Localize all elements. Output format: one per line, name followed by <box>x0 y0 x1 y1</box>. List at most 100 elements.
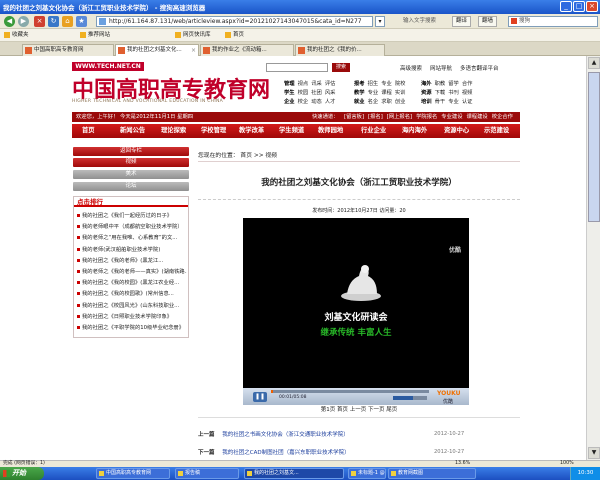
quick-link[interactable]: 课程建设 <box>467 114 488 120</box>
category-link[interactable]: 评估 <box>325 81 336 87</box>
next-article[interactable]: 下一篇 我的社团之CAD制图社团（嘉兴东职职业技术学院） <box>198 448 350 456</box>
category-link[interactable]: 职教 <box>435 81 446 87</box>
tab-1[interactable]: 中国高职高专教育网 <box>22 44 114 56</box>
ranking-item[interactable]: 我的社团之《我的老师》(黑龙江... <box>77 256 187 264</box>
quick-link[interactable]: 学院报名 <box>416 114 437 120</box>
nav-item[interactable]: 示范建设 <box>484 124 509 138</box>
seek-bar[interactable] <box>271 390 429 393</box>
category-link[interactable]: 创业 <box>395 99 406 105</box>
category-link[interactable]: 专业 <box>381 81 392 87</box>
favorites-menu[interactable]: 收藏夹 <box>4 31 29 40</box>
category-link[interactable]: 讯采 <box>311 81 322 87</box>
site-search-input[interactable] <box>266 63 328 72</box>
ranking-item[interactable]: 我的社团之《我们一起经历过的日子》 <box>77 211 187 219</box>
category-head[interactable]: 报考 <box>354 81 365 87</box>
category-link[interactable]: 视点 <box>298 81 309 87</box>
category-link[interactable]: 实训 <box>395 90 406 96</box>
category-link[interactable]: 认证 <box>462 99 473 105</box>
nav-item[interactable]: 教师园地 <box>318 124 343 138</box>
quick-link[interactable]: [网上报名] <box>387 114 412 120</box>
ranking-item[interactable]: 我的社团之《日照职业技术学院印象》 <box>77 312 187 320</box>
proxy-button[interactable]: 翻墙 <box>478 16 498 27</box>
refresh-icon[interactable]: ↻ <box>48 16 59 27</box>
back-arrow-icon[interactable]: ◀ <box>4 16 15 27</box>
url-dropdown-icon[interactable]: ▾ <box>375 16 385 27</box>
category-head[interactable]: 学生 <box>284 90 295 96</box>
nav-item[interactable]: 教学改革 <box>239 124 264 138</box>
nav-item[interactable]: 新闻公告 <box>120 124 145 138</box>
nav-item[interactable]: 行业企业 <box>361 124 386 138</box>
quick-link[interactable]: [留言板] <box>344 114 364 120</box>
url-input[interactable]: http://61.164.87.131/web/articleview.asp… <box>96 16 373 27</box>
prev-link[interactable]: 我的社团之书画文化协会（浙江交通职业技术学院） <box>222 432 349 438</box>
favorite-recommended[interactable]: 推荐网站 <box>80 31 110 40</box>
category-head[interactable]: 资源 <box>421 90 432 96</box>
category-link[interactable]: 院校 <box>395 81 406 87</box>
category-link[interactable]: 动态 <box>311 99 322 105</box>
nav-item[interactable]: 学校管理 <box>201 124 226 138</box>
site-search-button[interactable]: 搜索 <box>332 63 350 72</box>
search-input[interactable]: 搜狗 <box>508 16 598 27</box>
category-link[interactable]: 留学 <box>448 81 459 87</box>
taskbar-item[interactable]: 我的社团之刘基文... <box>244 468 344 479</box>
favorite-home[interactable]: 首页 <box>225 31 244 40</box>
video-button[interactable]: 视频 <box>73 158 189 167</box>
category-link[interactable]: 人才 <box>325 99 336 105</box>
stop-icon[interactable]: × <box>34 16 45 27</box>
nav-item[interactable]: 学生频道 <box>279 124 304 138</box>
start-button[interactable]: 开始 <box>0 467 44 480</box>
taskbar-item[interactable]: 未标题-1 @ 66.7%... <box>348 468 386 479</box>
category-head[interactable]: 就业 <box>354 99 365 105</box>
forward-arrow-icon[interactable]: ▶ <box>18 16 29 27</box>
category-link[interactable]: 社团 <box>311 90 322 96</box>
category-link[interactable]: 合作 <box>462 81 473 87</box>
forum-button[interactable]: 论坛 <box>73 182 189 191</box>
volume-slider[interactable] <box>393 396 427 400</box>
category-link[interactable]: 课程 <box>381 90 392 96</box>
category-head[interactable]: 培训 <box>421 99 432 105</box>
category-head[interactable]: 企业 <box>284 99 295 105</box>
minimize-icon[interactable]: _ <box>560 1 572 12</box>
site-nav-link[interactable]: 网站导航 <box>430 64 452 72</box>
video-player[interactable]: 优酷 刘基文化研读会 继承传统 丰富人生 <box>243 218 469 404</box>
art-button[interactable]: 美术 <box>73 170 189 179</box>
play-pause-button[interactable]: ❚❚ <box>253 392 267 402</box>
nav-item[interactable]: 首页 <box>82 124 95 138</box>
taskbar-item[interactable]: 报告稿 <box>175 468 239 479</box>
category-head[interactable]: 管理 <box>284 81 295 87</box>
nav-item[interactable]: 理论探索 <box>161 124 186 138</box>
next-link[interactable]: 我的社团之CAD制图社团（嘉兴东职职业技术学院） <box>222 450 349 456</box>
ranking-item[interactable]: 我的社团之《我的校园歌》(常州信息... <box>77 289 187 297</box>
category-link[interactable]: 专业 <box>448 99 459 105</box>
ranking-item[interactable]: 我的社团之《校园风光》(山东科技职业... <box>77 301 187 309</box>
back-to-column-button[interactable]: 返回专栏 <box>73 147 189 156</box>
nav-item[interactable]: 海内海外 <box>402 124 427 138</box>
quick-link[interactable]: [报名] <box>368 114 383 120</box>
close-icon[interactable]: × <box>586 1 598 12</box>
favorite-webslice[interactable]: 网页快讯库 <box>175 31 211 40</box>
window-titlebar[interactable]: 我的社团之刘基文化协会（浙江工贸职业技术学院） - 搜狗高速浏览器 _ □ × <box>0 0 600 14</box>
favorites-star-icon[interactable]: ★ <box>76 16 87 27</box>
ranking-item[interactable]: 我的老师眼中平（成都航空职业技术学院） <box>77 222 187 230</box>
ranking-item[interactable]: 我的社团之《我的校园》(黑龙江农业经... <box>77 278 187 286</box>
scroll-down-icon[interactable]: ▼ <box>588 447 600 459</box>
nav-item[interactable]: 资源中心 <box>444 124 469 138</box>
quick-link[interactable]: 专业建设 <box>441 114 462 120</box>
tab-4[interactable]: 我的社团之《我的价... <box>295 44 385 56</box>
taskbar-item[interactable]: 中国高职高专教育网 <box>96 468 170 479</box>
ranking-item[interactable]: 我的老师之《我的老师——真实》(湖南铁路... <box>77 267 187 275</box>
category-head[interactable]: 海外 <box>421 81 432 87</box>
prev-article[interactable]: 上一篇 我的社团之书画文化协会（浙江交通职业技术学院） <box>198 430 349 438</box>
ranking-item[interactable]: 我的老师(武汉船舶职业技术学院) <box>77 245 187 253</box>
category-link[interactable]: 名企 <box>368 99 379 105</box>
category-link[interactable]: 求职 <box>381 99 392 105</box>
taskbar-item[interactable]: 教育网截图 <box>388 468 476 479</box>
translate-button[interactable]: 翻译 <box>452 16 472 27</box>
category-link[interactable]: 下载 <box>435 90 446 96</box>
category-link[interactable]: 视频 <box>462 90 473 96</box>
pagination[interactable]: 第1页 首页 上一页 下一页 尾页 <box>198 405 520 413</box>
scroll-thumb[interactable] <box>588 72 600 222</box>
breadcrumb[interactable]: 您现在的位置： 首页 >> 视频 <box>198 150 277 159</box>
advanced-search-link[interactable]: 高级搜索 <box>400 64 422 72</box>
scroll-up-icon[interactable]: ▲ <box>588 57 600 69</box>
